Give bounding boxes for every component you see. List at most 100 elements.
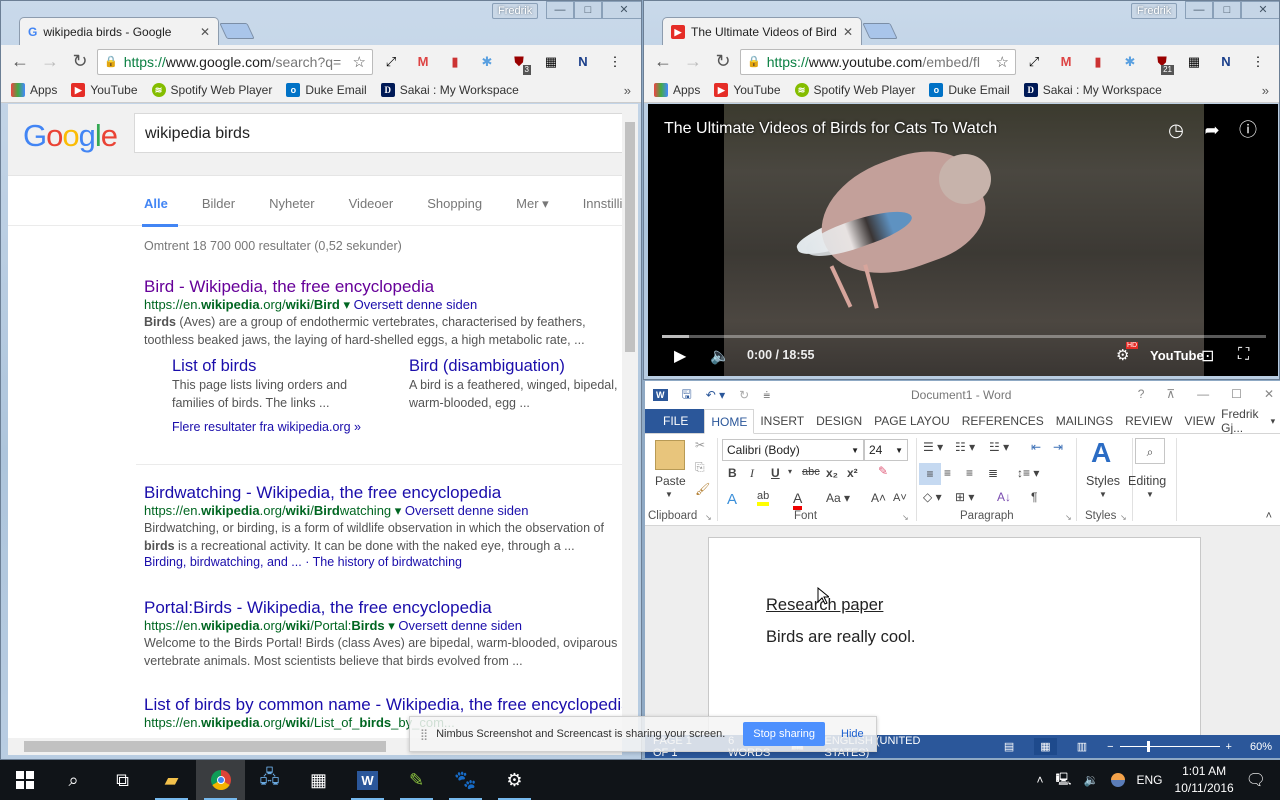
close-tab-icon[interactable]: ✕ xyxy=(200,25,210,39)
close-button[interactable]: ✕ xyxy=(1264,387,1274,401)
reload-icon[interactable]: ↻ xyxy=(67,51,93,72)
taskbar-notepad[interactable]: ✎ xyxy=(392,760,441,800)
print-layout-icon[interactable]: ▦ xyxy=(1034,738,1057,755)
result-title-link[interactable]: List of birds by common name - Wikipedia… xyxy=(144,695,622,715)
volume-icon[interactable]: 🔉 xyxy=(1084,773,1099,787)
bookmark-youtube[interactable]: ▶ YouTube xyxy=(71,83,138,97)
underline-dropdown-icon[interactable]: ▾ xyxy=(788,467,792,476)
taskbar-remote-desktop[interactable]: 🖧 xyxy=(245,760,294,800)
collapse-ribbon-icon[interactable]: ˄ xyxy=(1266,510,1272,522)
editing-button[interactable]: Editing xyxy=(1128,474,1166,488)
editing-dropdown-icon[interactable]: ▼ xyxy=(1146,490,1154,499)
bookmark-sakai[interactable]: D Sakai : My Workspace xyxy=(1023,83,1162,97)
find-binoculars-icon[interactable]: ⌕ xyxy=(1135,438,1165,464)
forward-icon[interactable]: → xyxy=(680,51,706,72)
book-extension-icon[interactable]: ▮ xyxy=(1084,52,1112,72)
language-indicator[interactable]: ENG xyxy=(1137,773,1163,787)
drag-handle-icon[interactable]: ⣿ xyxy=(420,728,428,741)
zoom-out-button[interactable]: − xyxy=(1107,741,1113,753)
weather-icon[interactable] xyxy=(1110,773,1125,787)
book-extension-icon[interactable]: ▮ xyxy=(441,52,469,72)
taskbar-file-explorer[interactable]: ▰ xyxy=(147,760,196,800)
tab-mailings[interactable]: MAILINGS xyxy=(1050,409,1119,433)
maximize-button[interactable]: □ xyxy=(1213,1,1241,19)
ublock-extension-icon[interactable]: ⛊ 3 xyxy=(505,52,533,75)
cast-icon[interactable]: ⊡ xyxy=(1201,346,1214,366)
back-icon[interactable]: ← xyxy=(650,51,676,72)
redo-icon[interactable]: ↻ xyxy=(739,388,749,402)
fullscreen-icon[interactable]: ⛶ xyxy=(1238,346,1249,364)
chrome-menu-icon[interactable]: ⋮ xyxy=(601,52,629,72)
start-button[interactable] xyxy=(0,760,49,800)
chrome-menu-icon[interactable]: ⋮ xyxy=(1244,52,1272,72)
undo-icon[interactable]: ↶ ▾ xyxy=(706,388,725,402)
scrollbar-thumb[interactable] xyxy=(625,122,635,352)
close-window-button[interactable]: ✕ xyxy=(1241,1,1279,19)
reload-icon[interactable]: ↻ xyxy=(710,51,736,72)
change-case-button[interactable]: Aa ▾ xyxy=(826,491,850,505)
tab-shopping[interactable]: Shopping xyxy=(427,184,482,225)
bookmark-duke-email[interactable]: o Duke Email xyxy=(286,83,367,97)
shrink-font-button[interactable]: A˅ xyxy=(893,492,907,504)
network-icon[interactable]: 🖳 xyxy=(1056,770,1072,791)
forward-icon[interactable]: → xyxy=(37,51,63,72)
tab-insert[interactable]: INSERT xyxy=(754,409,810,433)
document-paragraph[interactable]: Birds are really cool. xyxy=(766,628,915,647)
tab-page-layout[interactable]: PAGE LAYOU xyxy=(868,409,956,433)
taskbar-chrome[interactable] xyxy=(196,760,245,800)
styles-icon[interactable]: A xyxy=(1091,437,1111,469)
highlight-color-button[interactable]: ab xyxy=(757,490,770,506)
increase-indent-button[interactable]: ⇥ xyxy=(1053,440,1063,454)
new-tab-button[interactable] xyxy=(862,23,898,39)
taskbar-settings[interactable]: ⚙ xyxy=(490,760,539,800)
minimize-button[interactable]: — xyxy=(1197,387,1209,401)
bookmark-spotify[interactable]: ≋ Spotify Web Player xyxy=(794,83,915,97)
font-launcher-icon[interactable]: ↘ xyxy=(902,513,909,522)
zoom-slider[interactable] xyxy=(1119,741,1220,752)
nimbus-extension-icon[interactable]: N xyxy=(569,52,597,72)
result-title-link[interactable]: Bird - Wikipedia, the free encyclopedia xyxy=(144,277,622,297)
result-sublinks[interactable]: Birding, birdwatching, and ... · The his… xyxy=(144,555,622,569)
sitelink-title[interactable]: Bird (disambiguation) xyxy=(409,357,622,376)
align-center-button[interactable]: ≡ xyxy=(944,466,951,480)
underline-button[interactable]: U xyxy=(771,466,780,480)
share-icon[interactable]: ➦ xyxy=(1200,118,1224,142)
help-icon[interactable]: ? xyxy=(1138,387,1145,401)
more-results-link[interactable]: Flere resultater fra wikipedia.org » xyxy=(172,420,622,434)
tab-bilder[interactable]: Bilder xyxy=(202,184,235,225)
address-bar[interactable]: 🔒 https://www.google.com/search?q= ☆ xyxy=(97,48,373,75)
back-icon[interactable]: ← xyxy=(7,51,33,72)
read-mode-icon[interactable]: ▤ xyxy=(1004,740,1014,753)
paste-button[interactable]: Paste xyxy=(655,474,686,488)
tab-references[interactable]: REFERENCES xyxy=(956,409,1050,433)
italic-button[interactable]: I xyxy=(750,466,754,481)
film-extension-icon[interactable]: ▦ xyxy=(537,52,565,72)
zoom-slider-thumb[interactable] xyxy=(1147,741,1151,752)
action-center-icon[interactable]: 🗨 xyxy=(1246,770,1266,790)
superscript-button[interactable]: x² xyxy=(847,466,858,480)
profile-button[interactable]: Fredrik xyxy=(1131,3,1178,19)
new-tab-button[interactable] xyxy=(219,23,255,39)
align-right-button[interactable]: ≡ xyxy=(966,466,973,480)
grow-font-button[interactable]: A˄ xyxy=(871,491,886,505)
tab-nyheter[interactable]: Nyheter xyxy=(269,184,315,225)
flower-extension-icon[interactable]: ✱ xyxy=(473,52,501,72)
bookmark-spotify[interactable]: ≋ Spotify Web Player xyxy=(151,83,272,97)
bookmark-sakai[interactable]: D Sakai : My Workspace xyxy=(380,83,519,97)
subscript-button[interactable]: x₂ xyxy=(826,466,838,480)
line-spacing-button[interactable]: ↕≡ ▾ xyxy=(1017,466,1039,480)
tab-youtube-video[interactable]: ▶ The Ultimate Videos of Birds ✕ xyxy=(662,17,862,45)
save-icon[interactable]: 🖫 xyxy=(682,385,692,406)
font-color-button[interactable]: A xyxy=(793,490,803,510)
google-logo[interactable]: Google xyxy=(23,118,118,154)
tab-google-search[interactable]: G wikipedia birds - Google ✕ xyxy=(19,17,219,45)
numbering-button[interactable]: ☷ ▾ xyxy=(955,440,975,454)
bookmark-apps[interactable]: Apps xyxy=(654,83,700,97)
stop-sharing-button[interactable]: Stop sharing xyxy=(743,722,826,746)
paste-icon[interactable] xyxy=(655,440,685,470)
styles-launcher-icon[interactable]: ↘ xyxy=(1120,513,1127,522)
ribbon-display-icon[interactable]: ⊼ xyxy=(1166,387,1175,401)
text-effects-button[interactable]: A xyxy=(727,491,737,508)
tab-videoer[interactable]: Videoer xyxy=(349,184,394,225)
bookmark-youtube[interactable]: ▶ YouTube xyxy=(714,83,781,97)
